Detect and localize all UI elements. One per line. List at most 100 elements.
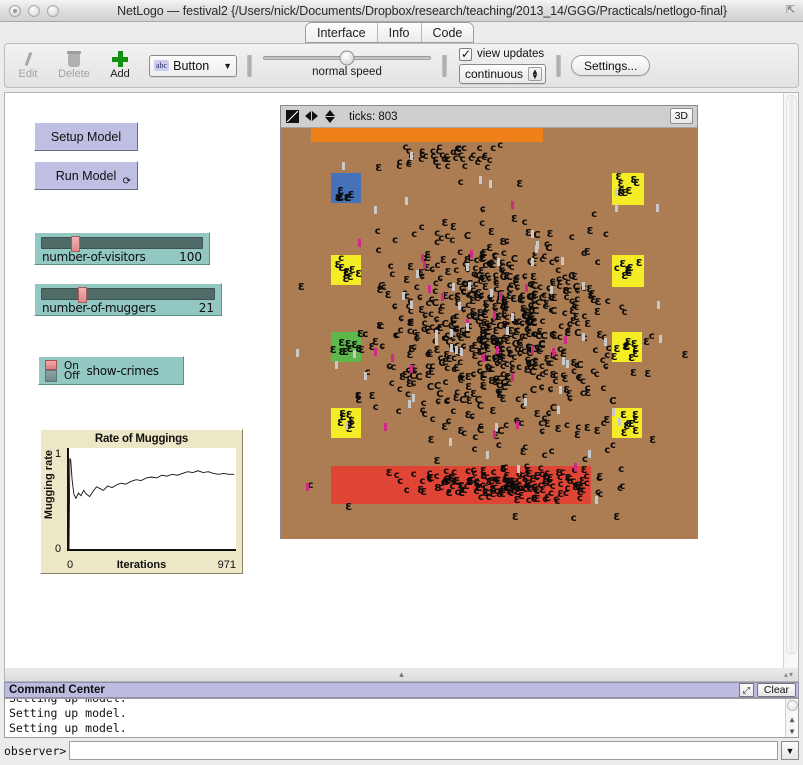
settings-button[interactable]: Settings... — [570, 55, 651, 76]
edit-button[interactable]: Edit — [5, 45, 51, 87]
police-agent — [562, 357, 566, 365]
command-center-scrollbar[interactable]: ▲ ▼ — [785, 699, 798, 737]
expand-icon[interactable]: ⤢ — [738, 683, 754, 697]
resize-icon[interactable] — [286, 110, 299, 123]
tab-interface[interactable]: Interface — [306, 23, 378, 42]
visitor-agent: c — [375, 245, 382, 257]
visitor-agent: Ɛ — [519, 446, 527, 458]
plot-rate-of-muggings[interactable]: Rate of Muggings Mugging rate 1 0 0 Iter… — [40, 429, 243, 574]
zoom-button[interactable] — [47, 4, 59, 17]
visitor-agent: Ɛ — [450, 221, 457, 233]
visitor-agent: Ɛ — [643, 336, 651, 348]
visitor-agent: c — [501, 381, 507, 393]
mugger-agent — [525, 284, 529, 293]
visitor-agent: Ɛ — [376, 284, 384, 296]
visitor-agent: c — [525, 495, 532, 507]
visitor-agent: Ɛ — [625, 419, 633, 431]
vertical-arrows-icon[interactable] — [324, 110, 337, 123]
update-mode-dropdown[interactable]: continuous ▲ ▼ — [459, 63, 546, 84]
visitor-agent: ɕ — [379, 340, 386, 352]
view-3d-button[interactable]: 3D — [669, 108, 693, 124]
scroll-down-icon[interactable]: ▼ — [790, 728, 795, 736]
visitor-agent: Ɛ — [433, 455, 441, 467]
visitor-agent: Ɛ — [576, 487, 584, 499]
visitor-agent: c — [580, 376, 586, 388]
horizontal-arrows-icon[interactable] — [305, 110, 318, 123]
run-model-button[interactable]: Run Model ⟳ — [34, 161, 138, 190]
visitor-agent: Ɛ — [492, 353, 499, 365]
command-center-input-row: observer> ▼ — [4, 740, 799, 761]
slider-visitors-track[interactable] — [41, 236, 203, 252]
visitor-agent: c — [442, 377, 449, 388]
visitor-agent: C — [463, 231, 472, 242]
mugger-agent — [420, 254, 424, 263]
visitor-agent: Ɛ — [434, 483, 442, 495]
visitor-agent: Ɛ — [347, 190, 355, 202]
police-agent — [535, 241, 539, 250]
scroll-thumb[interactable] — [786, 700, 798, 711]
pencil-icon — [20, 51, 36, 67]
visitor-agent: Ɛ — [603, 415, 611, 427]
mugger-agent — [428, 284, 432, 293]
view-updates-checkbox[interactable] — [459, 47, 472, 61]
world-view[interactable]: ticks: 803 3D cccccccccccccccccccccccccc… — [280, 105, 698, 539]
tab-strip: Interface Info Code — [0, 22, 803, 44]
resize-icon[interactable]: ⇱ — [786, 4, 798, 16]
visitor-agent: Ɛ — [452, 393, 460, 405]
switch-show-crimes[interactable]: On Off show-crimes — [38, 356, 184, 385]
visitor-agent: c — [463, 388, 470, 400]
interface-vscroll-thumb[interactable] — [786, 95, 797, 655]
visitor-agent: c — [541, 450, 548, 462]
switch-state-labels: On Off — [64, 360, 80, 381]
police-agent — [611, 407, 615, 416]
output-line: Setting up model. — [9, 698, 127, 705]
slider-muggers-thumb[interactable] — [78, 287, 88, 303]
police-agent — [565, 360, 569, 369]
close-button[interactable] — [9, 4, 21, 17]
view-header: ticks: 803 3D — [281, 106, 697, 128]
police-agent — [581, 332, 585, 341]
minimize-button[interactable] — [28, 4, 40, 17]
command-center-output[interactable]: Setting up model. Setting up model. Sett… — [4, 698, 799, 738]
visitor-agent: c — [444, 160, 451, 172]
visitor-agent: Ɛ — [632, 348, 639, 360]
visitor-agent: c — [388, 378, 395, 390]
speed-track[interactable] — [263, 50, 431, 65]
visitor-agent: Ɛ — [465, 477, 473, 489]
setup-model-label: Setup Model — [50, 129, 122, 144]
history-dropdown-button[interactable]: ▼ — [781, 741, 799, 760]
visitor-agent: Ɛ — [572, 311, 580, 323]
scroll-up-icon[interactable]: ▲ — [790, 715, 795, 724]
widget-type-dropdown[interactable]: abc Button ▼ — [149, 54, 237, 77]
speed-knob[interactable] — [339, 50, 355, 65]
police-agent — [488, 179, 492, 188]
visitor-agent: Ɛ — [348, 264, 356, 276]
slider-visitors-thumb[interactable] — [70, 236, 80, 252]
speed-slider[interactable]: normal speed — [262, 50, 432, 78]
visitor-agent: c — [501, 247, 507, 259]
slider-number-of-muggers[interactable]: number-of-muggers 21 — [34, 283, 222, 316]
police-agent — [374, 205, 377, 214]
interface-vscrollbar[interactable] — [783, 93, 798, 669]
visitor-agent: c — [477, 420, 484, 432]
slider-muggers-track[interactable] — [41, 287, 215, 303]
interface-canvas[interactable]: Setup Model Run Model ⟳ number-of-visito… — [4, 92, 799, 670]
visitor-agent: c — [420, 397, 427, 409]
visitor-agent: c — [541, 289, 548, 301]
visitor-agent: Ɛ — [613, 511, 621, 523]
splitter-arrows-icon[interactable]: ▴▾ — [784, 670, 794, 679]
setup-model-button[interactable]: Setup Model — [34, 122, 138, 151]
delete-button[interactable]: Delete — [51, 45, 97, 87]
add-button[interactable]: Add — [97, 45, 143, 87]
visitor-agent: Ɛ — [649, 435, 657, 447]
stepper-icon[interactable]: ▲ ▼ — [528, 66, 542, 81]
clear-button[interactable]: Clear — [756, 683, 796, 697]
toggle-lever-icon[interactable] — [45, 359, 57, 382]
tab-info[interactable]: Info — [377, 23, 422, 42]
interface-splitter[interactable]: ▴ ▴▾ — [4, 668, 799, 682]
world-canvas[interactable]: cccccccccccccccccccccccccccccccccccccccc… — [281, 128, 697, 539]
command-input[interactable] — [69, 741, 778, 760]
slider-number-of-visitors[interactable]: number-of-visitors 100 — [34, 232, 210, 265]
visitor-agent: Ɛ — [630, 175, 638, 186]
tab-code[interactable]: Code — [421, 23, 474, 42]
